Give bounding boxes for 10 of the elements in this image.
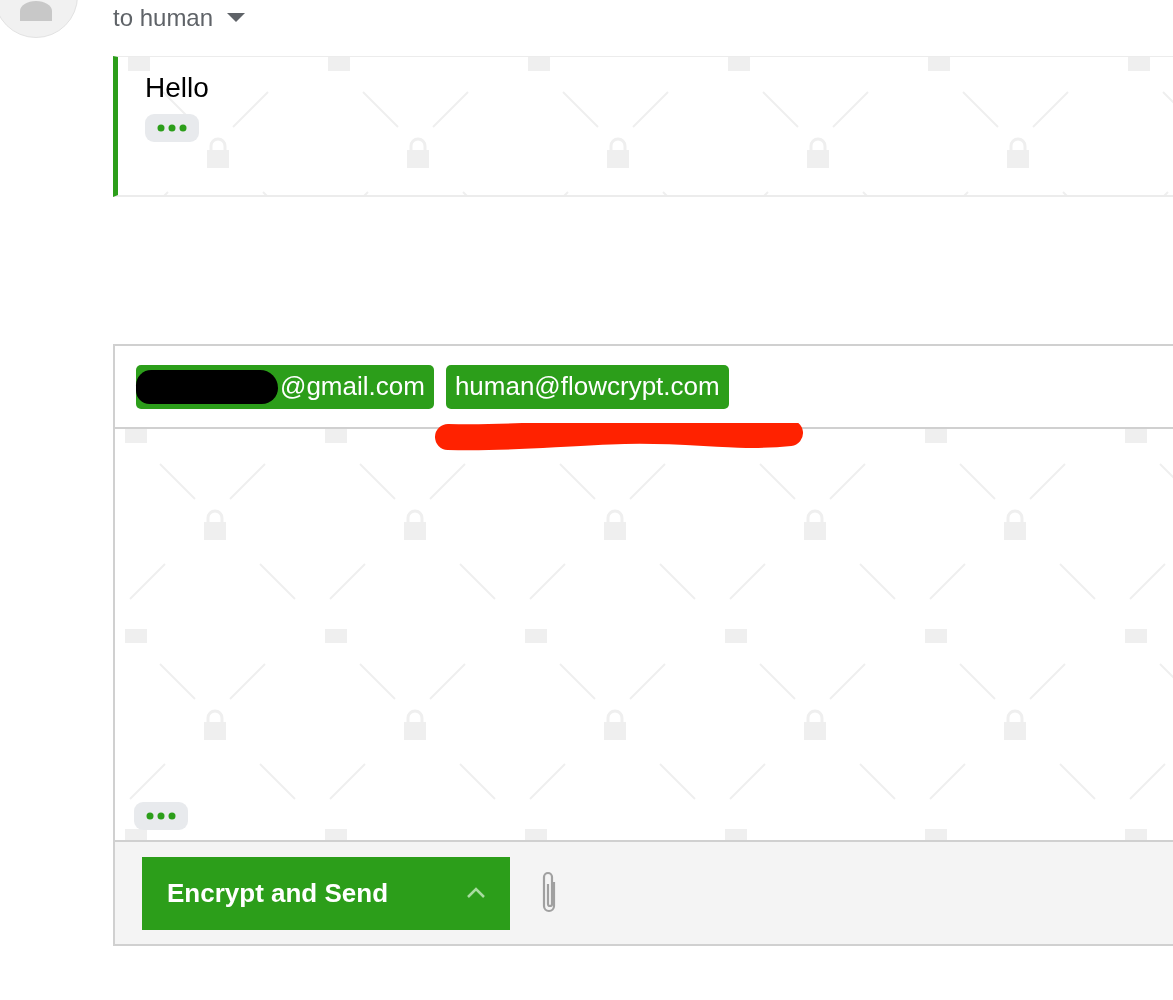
more-button[interactable]	[134, 802, 188, 830]
caret-up-icon[interactable]	[466, 887, 486, 899]
recipient-chip[interactable]: @gmail.com	[136, 364, 434, 409]
ellipsis-icon	[157, 124, 187, 132]
more-button[interactable]	[145, 114, 199, 142]
recipient-summary: to human	[113, 4, 214, 32]
dropdown-caret-icon[interactable]	[227, 13, 246, 23]
message-text: Hello	[145, 72, 209, 104]
ellipsis-icon	[146, 812, 176, 820]
encrypt-and-send-button[interactable]: Encrypt and Send	[142, 856, 510, 930]
